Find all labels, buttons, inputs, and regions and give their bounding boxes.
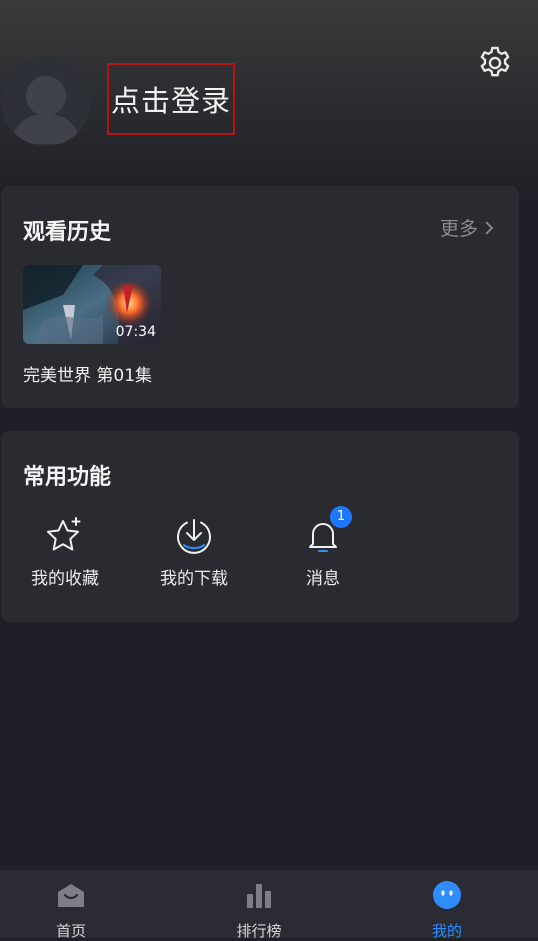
messages-button[interactable]: 1 消息 xyxy=(273,506,373,589)
avatar[interactable] xyxy=(1,56,91,146)
watch-history-card: 观看历史 更多 07:34 完美世界 第01集 xyxy=(1,186,519,408)
default-avatar-icon xyxy=(1,56,91,146)
history-video-title[interactable]: 完美世界 第01集 xyxy=(23,361,152,386)
more-history-link[interactable]: 更多 xyxy=(440,214,494,241)
history-video-thumbnail[interactable]: 07:34 xyxy=(23,265,161,344)
star-icon xyxy=(47,517,81,551)
chevron-right-icon xyxy=(485,220,494,235)
tab-profile[interactable]: 我的 xyxy=(387,870,507,940)
common-functions-card: 常用功能 我的收藏 我的下载 1 消息 xyxy=(1,431,519,622)
ranking-icon xyxy=(247,884,271,908)
download-icon xyxy=(177,519,211,554)
my-favorites-button[interactable]: 我的收藏 xyxy=(15,516,115,589)
common-functions-title: 常用功能 xyxy=(23,465,112,490)
messages-label: 消息 xyxy=(306,569,340,589)
video-duration: 07:34 xyxy=(115,324,156,340)
home-icon xyxy=(58,884,84,907)
login-button[interactable]: 点击登录 xyxy=(107,63,235,135)
more-label: 更多 xyxy=(439,218,478,240)
my-downloads-label: 我的下载 xyxy=(160,569,228,589)
tab-ranking[interactable]: 排行榜 xyxy=(199,870,319,940)
settings-button[interactable] xyxy=(476,44,514,82)
bottom-tab-bar: 首页 排行榜 我的 xyxy=(0,870,538,940)
my-favorites-label: 我的收藏 xyxy=(31,569,99,589)
login-label: 点击登录 xyxy=(110,84,231,118)
message-count-badge: 1 xyxy=(330,506,352,528)
watch-history-title: 观看历史 xyxy=(23,220,112,245)
profile-icon xyxy=(433,881,461,909)
gear-icon xyxy=(480,46,510,77)
tab-home[interactable]: 首页 xyxy=(11,870,131,940)
my-downloads-button[interactable]: 我的下载 xyxy=(144,516,244,589)
